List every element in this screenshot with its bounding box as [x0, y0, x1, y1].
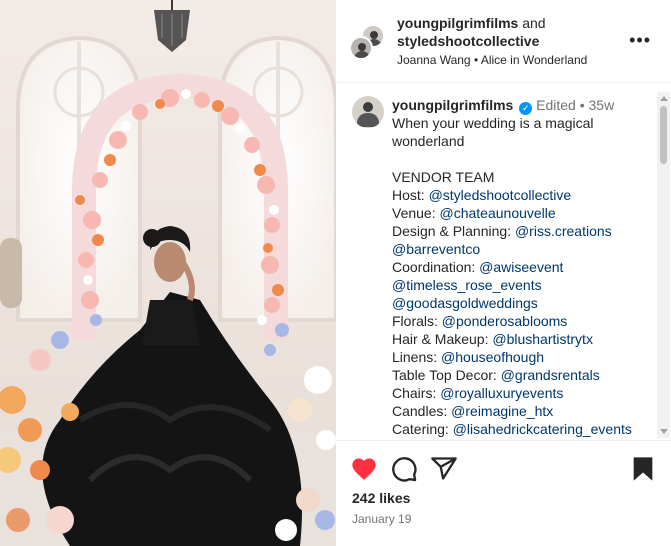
conjunction: and: [522, 15, 546, 31]
vendor-line: Venue: @chateaunouvelle: [392, 204, 642, 222]
vendor-line: @barreventco: [392, 240, 642, 258]
wedding-photo-illustration: [0, 0, 336, 546]
caption-section: youngpilgrimfilms ✓ Edited • 35w When yo…: [336, 84, 671, 440]
like-count[interactable]: 242 likes: [352, 489, 410, 507]
vendor-role: Venue:: [392, 205, 440, 221]
vendor-line: Hair & Makeup: @blushartistrytx: [392, 330, 642, 348]
vendor-line: Host: @styledshootcollective: [392, 186, 642, 204]
scrollbar-thumb[interactable]: [660, 106, 667, 164]
separator-dot: •: [579, 97, 585, 113]
vendor-line: @timeless_rose_events: [392, 276, 642, 294]
vendor-tag-link[interactable]: @riss.creations: [515, 223, 612, 239]
vendor-line: Coordination: @awiseevent: [392, 258, 642, 276]
vendor-tag-link[interactable]: @grandsrentals: [501, 367, 600, 383]
collab-usernames: youngpilgrimfilms and styledshootcollect…: [397, 14, 546, 50]
vendor-tag-link[interactable]: @styledshootcollective: [429, 187, 572, 203]
vendor-role: Linens:: [392, 349, 442, 365]
vendor-tag-link[interactable]: @barreventco: [392, 241, 480, 257]
post-date: January 19: [352, 512, 412, 526]
vendor-role: Florals:: [392, 313, 442, 329]
vendor-tag-link[interactable]: @awiseevent: [479, 259, 563, 275]
post-header: youngpilgrimfilms and styledshootcollect…: [336, 0, 671, 83]
vendor-role: Table Top Decor:: [392, 367, 501, 383]
vendor-role: Hair & Makeup:: [392, 331, 493, 347]
caption-text: When your wedding is a magical wonderlan…: [392, 114, 642, 438]
vendor-tag-link[interactable]: @ponderosablooms: [442, 313, 568, 329]
post-actions: 242 likes January 19: [336, 440, 671, 546]
caption-line: When your wedding is a magical: [392, 115, 594, 131]
more-options-icon[interactable]: •••: [629, 31, 651, 49]
post-photo[interactable]: [0, 0, 336, 546]
avatar[interactable]: [349, 36, 373, 60]
vendor-role: Coordination:: [392, 259, 480, 275]
vendor-role: Design & Planning:: [392, 223, 515, 239]
vendor-tag-link[interactable]: @houseofhough: [441, 349, 544, 365]
comment-icon[interactable]: [390, 455, 418, 483]
chair: [0, 238, 22, 308]
scroll-up-arrow-icon[interactable]: [660, 96, 668, 101]
audio-info[interactable]: Joanna Wang • Alice in Wonderland: [397, 52, 587, 68]
bookmark-icon[interactable]: [629, 455, 657, 483]
post-age[interactable]: 35w: [589, 97, 615, 113]
caption-header: youngpilgrimfilms ✓ Edited • 35w: [392, 96, 614, 115]
vendor-line: Catering: @lisahedrickcatering_events: [392, 420, 642, 438]
vendor-tag-link[interactable]: @chateaunouvelle: [440, 205, 556, 221]
vendor-tag-link[interactable]: @lisahedrickcatering_events: [453, 421, 632, 437]
vendor-line: @goodasgoldweddings: [392, 294, 642, 312]
username-link[interactable]: youngpilgrimfilms: [392, 97, 513, 113]
collab-avatars[interactable]: [349, 24, 385, 60]
avatar[interactable]: [352, 96, 384, 128]
vendor-list: Host: @styledshootcollective Venue: @chat…: [392, 186, 642, 438]
vendor-role: Catering:: [392, 421, 453, 437]
vendor-tag-link[interactable]: @timeless_rose_events: [392, 277, 542, 293]
scroll-down-arrow-icon[interactable]: [660, 429, 668, 434]
vendor-heading: VENDOR TEAM: [392, 169, 495, 185]
vendor-line: Linens: @houseofhough: [392, 348, 642, 366]
vendor-line: Candles: @reimagine_htx: [392, 402, 642, 420]
share-icon[interactable]: [430, 455, 458, 483]
vendor-role: Host:: [392, 187, 429, 203]
caption-line: wonderland: [392, 133, 465, 149]
heart-filled-icon[interactable]: [350, 455, 378, 483]
vendor-tag-link[interactable]: @royalluxuryevents: [440, 385, 563, 401]
vendor-tag-link[interactable]: @goodasgoldweddings: [392, 295, 538, 311]
vendor-tag-link[interactable]: @reimagine_htx: [451, 403, 553, 419]
vendor-role: Candles:: [392, 403, 452, 419]
vendor-line: Design & Planning: @riss.creations: [392, 222, 642, 240]
vendor-line: Chairs: @royalluxuryevents: [392, 384, 642, 402]
vendor-line: Table Top Decor: @grandsrentals: [392, 366, 642, 384]
edited-label: Edited: [536, 97, 576, 113]
vendor-line: Florals: @ponderosablooms: [392, 312, 642, 330]
vendor-tag-link[interactable]: @blushartistrytx: [492, 331, 593, 347]
caption-scrollbar[interactable]: [657, 92, 670, 438]
username-link[interactable]: styledshootcollective: [397, 33, 539, 49]
username-link[interactable]: youngpilgrimfilms: [397, 15, 518, 31]
post-side-panel: youngpilgrimfilms and styledshootcollect…: [336, 0, 671, 546]
vendor-role: Chairs:: [392, 385, 441, 401]
